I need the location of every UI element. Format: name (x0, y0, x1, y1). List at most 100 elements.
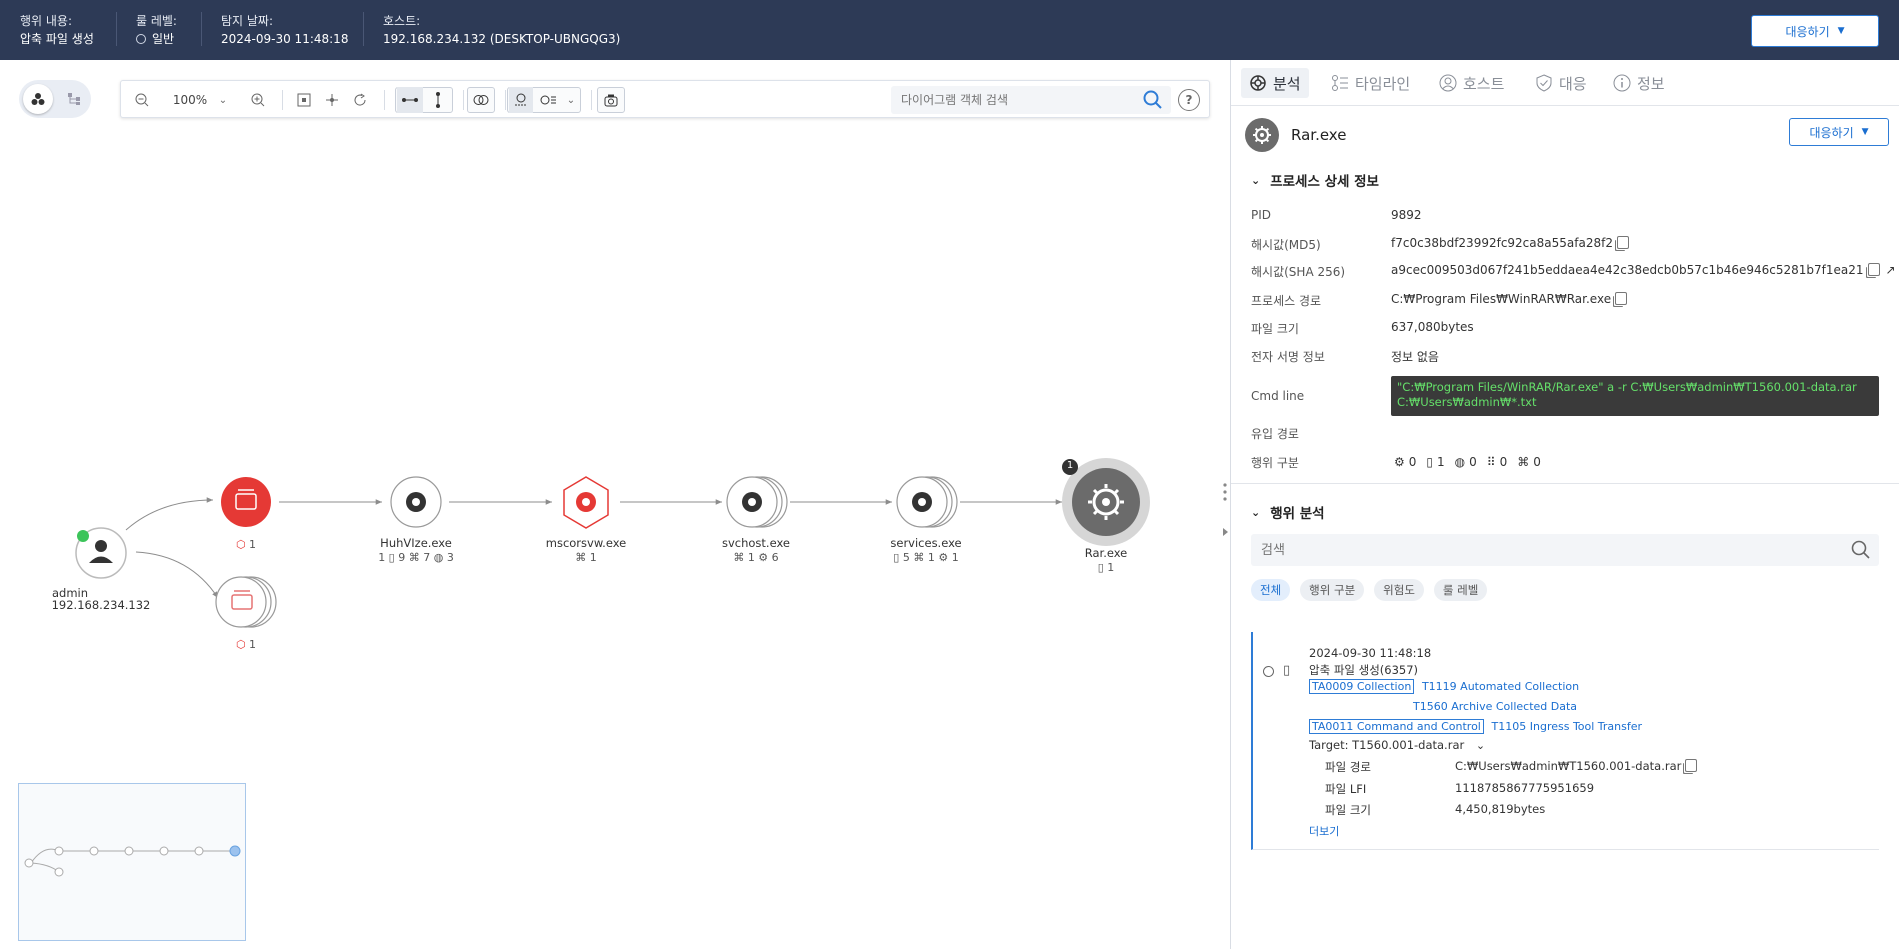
shield-check-icon (1536, 74, 1552, 92)
tab-host[interactable]: 호스트 (1431, 68, 1512, 98)
horizontal-layout-button[interactable] (397, 87, 423, 113)
divider (116, 12, 117, 46)
rule-level-label: 룰 레벨: (136, 14, 177, 28)
event-tactic-row-1: TA0009 Collection T1119 Automated Collec… (1309, 679, 1579, 694)
node-detail-button[interactable] (535, 87, 561, 113)
tree-view-button[interactable] (59, 84, 89, 114)
chip-risk[interactable]: 위험도 (1374, 579, 1424, 601)
panel-resize-handle[interactable] (1220, 480, 1230, 600)
edge (125, 497, 214, 531)
file-size-label: 파일 크기 (1325, 803, 1371, 817)
center-button[interactable] (321, 87, 343, 113)
diagram-search-input[interactable] (901, 93, 1131, 107)
tab-timeline[interactable]: 타임라인 (1323, 68, 1418, 98)
tab-analysis[interactable]: 분석 (1241, 68, 1309, 98)
respond-button-panel[interactable]: 대응하기 ▼ (1789, 118, 1889, 146)
tactic-tag[interactable]: TA0011 Command and Control (1309, 719, 1484, 734)
event-title: 압축 파일 생성(6357) (1309, 663, 1419, 677)
file-lfi-label: 파일 LFI (1325, 782, 1367, 796)
archive-node-stack[interactable] (215, 576, 277, 628)
admin-node[interactable] (75, 527, 127, 579)
behavior-type-counts: ⚙ 0 ▯ 1 ◍ 0 ⠿ 0 ⌘ 0 (1394, 455, 1541, 469)
tab-response[interactable]: 대응 (1527, 68, 1595, 98)
chip-all[interactable]: 전체 (1251, 579, 1291, 601)
node-detail-icon (540, 95, 556, 105)
respond-button[interactable]: 대응하기 ▼ (1751, 15, 1879, 47)
caret-down-icon: ▼ (1837, 26, 1845, 36)
divider (384, 90, 385, 110)
process-gear-icon: ⚙ (1394, 455, 1405, 469)
process-node-mscorsvw[interactable] (563, 476, 609, 529)
behavior-search-input[interactable] (1261, 542, 1821, 558)
tab-info[interactable]: 정보 (1605, 68, 1673, 98)
copy-icon[interactable] (1685, 759, 1698, 772)
tab-timeline-label: 타임라인 (1355, 74, 1411, 93)
technique-link: T1560 Archive Collected Data (1413, 700, 1578, 713)
external-link-icon[interactable]: ↗ (1886, 263, 1896, 277)
graph-view-button[interactable] (23, 84, 53, 114)
behavior-event-card[interactable]: ▯ 2024-09-30 11:48:18 압축 파일 생성(6357) TA0… (1251, 632, 1879, 850)
zoom-out-button[interactable] (131, 87, 153, 113)
divider (282, 90, 283, 110)
kv-key-size: 파일 크기 (1251, 322, 1299, 336)
behavior-search-box (1251, 534, 1879, 566)
search-icon[interactable] (1851, 540, 1871, 560)
copy-icon[interactable] (1616, 236, 1629, 249)
event-select-radio[interactable] (1263, 666, 1274, 677)
behavior-analysis-section-toggle[interactable]: ⌄ 행위 분석 (1251, 502, 1325, 523)
process-node-rar[interactable] (1062, 458, 1150, 546)
kv-key-sha256: 해시값(SHA 256) (1251, 265, 1346, 279)
archive-node-red[interactable] (221, 477, 271, 527)
tactic-tag[interactable]: TA0009 Collection (1309, 679, 1415, 694)
more-link[interactable]: 더보기 (1309, 823, 1339, 839)
event-target-toggle[interactable]: Target: T1560.001-data.rar ⌄ (1309, 738, 1485, 752)
tab-analysis-label: 분석 (1273, 74, 1301, 93)
kv-key-md5: 해시값(MD5) (1251, 238, 1321, 252)
chip-behavior-type[interactable]: 행위 구분 (1300, 579, 1365, 601)
event-time: 2024-09-30 11:48:18 (1309, 646, 1432, 660)
node-display-dropdown[interactable]: ⌄ (563, 87, 579, 113)
detect-date-field: 탐지 날짜: 2024-09-30 11:48:18 (221, 12, 348, 48)
cmd-line-box: "C:₩Program Files/WinRAR/Rar.exe" a -r C… (1391, 376, 1879, 416)
capture-icon (604, 94, 618, 107)
zoom-in-button[interactable] (247, 87, 269, 113)
tab-response-label: 대응 (1559, 74, 1587, 93)
cmd-line-label: Cmd line (1251, 389, 1305, 403)
node-label-button[interactable] (509, 87, 533, 113)
vertical-layout-button[interactable] (425, 87, 451, 113)
refresh-button[interactable] (349, 87, 371, 113)
help-button[interactable]: ? (1178, 89, 1200, 111)
kv-key-pid: PID (1251, 208, 1272, 222)
search-icon[interactable] (1143, 90, 1163, 110)
fit-screen-button[interactable] (293, 87, 315, 113)
info-icon (1613, 74, 1631, 92)
globe-icon: ◍ (1454, 455, 1466, 469)
technique-link[interactable]: T1119 Automated Collection (1422, 680, 1579, 693)
cmd-line-text-1: "C:₩Program Files/WinRAR/Rar.exe" a -r C… (1397, 380, 1857, 394)
move-icon (326, 94, 338, 106)
zoom-dropdown[interactable]: ⌄ (215, 87, 231, 113)
drag-dots-icon (1223, 483, 1228, 536)
copy-icon[interactable] (1615, 292, 1628, 305)
technique-link[interactable]: T1105 Ingress Tool Transfer (1492, 720, 1643, 733)
kv-val-path: C:₩Program Files₩WinRAR₩Rar.exe (1391, 292, 1628, 306)
minimap[interactable] (18, 783, 246, 941)
divider (505, 90, 506, 110)
diagram-canvas[interactable]: 1 admin 192.168.234.132 ⬡ 1 ⬡ 1 HuhVIze.… (0, 60, 1230, 949)
tree-icon (68, 93, 80, 105)
detect-date-label: 탐지 날짜: (221, 14, 274, 28)
process-node-huhvize[interactable] (390, 476, 442, 528)
process-detail-section-toggle[interactable]: ⌄ 프로세스 상세 정보 (1251, 170, 1379, 191)
process-node-svchost[interactable] (726, 476, 788, 528)
rule-level-field: 룰 레벨: 일반 (136, 12, 177, 48)
rar-badge-count: 1 (1066, 460, 1074, 471)
kv-key-signature: 전자 서명 정보 (1251, 350, 1325, 364)
node-label-svchost: svchost.exe (721, 536, 791, 550)
copy-icon[interactable] (1867, 263, 1880, 276)
capture-button[interactable] (599, 87, 623, 113)
kv-val-size: 637,080bytes (1391, 320, 1474, 334)
overlap-button[interactable] (469, 87, 493, 113)
process-node-services[interactable] (896, 476, 958, 528)
chip-rule-level[interactable]: 룰 레벨 (1433, 579, 1488, 601)
view-mode-toggle[interactable] (19, 80, 91, 118)
